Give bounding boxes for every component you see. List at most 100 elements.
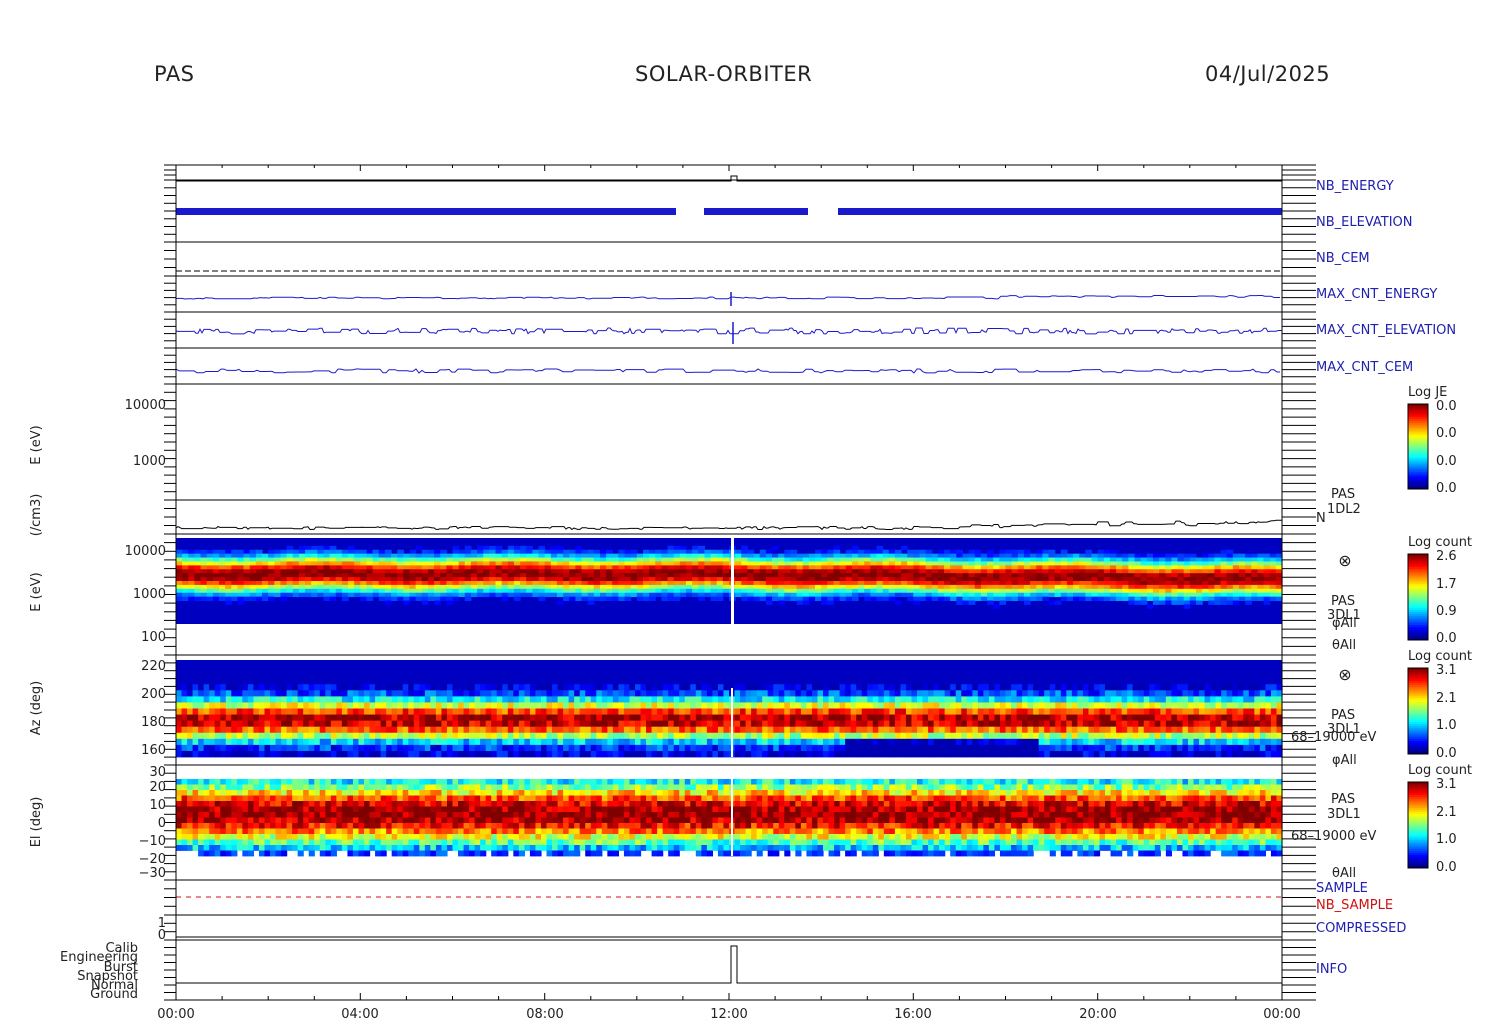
azimuth-spec-cell	[623, 708, 631, 715]
energy-spec-cell	[335, 557, 343, 562]
energy-spec-cell	[1269, 557, 1277, 562]
energy-spec-cell	[569, 573, 576, 578]
azimuth-spec-cell	[778, 696, 785, 703]
energy-spec-cell	[1116, 573, 1123, 578]
energy-spec-cell	[520, 561, 527, 566]
energy-spec-cell	[434, 581, 441, 586]
energy-spec-cell	[255, 565, 263, 570]
energy-spec-cell	[563, 588, 570, 594]
azimuth-spec-cell	[751, 702, 758, 709]
energy-spec-cell	[212, 577, 220, 582]
azimuth-spec-cell	[1149, 696, 1156, 703]
azimuth-spec-cell	[1232, 696, 1239, 703]
azimuth-spec-cell	[977, 732, 984, 740]
energy-spec-cell	[243, 592, 251, 598]
azimuth-spec-cell	[1232, 726, 1239, 734]
azimuth-spec-cell	[1254, 684, 1261, 691]
azimuth-spec-cell	[176, 714, 183, 722]
energy-spec-cell	[249, 573, 257, 578]
energy-spec-cell	[1140, 596, 1148, 601]
azimuth-spec-cell	[236, 714, 243, 722]
energy-spec-cell	[673, 592, 681, 598]
energy-spec-cell	[802, 561, 810, 566]
azimuth-spec-cell	[579, 738, 586, 746]
energy-spec-cell	[741, 545, 749, 551]
energy-spec-cell	[772, 577, 779, 582]
energy-spec-cell	[784, 573, 792, 578]
energy-spec-cell	[372, 565, 380, 570]
energy-spec-cell	[1023, 569, 1031, 574]
azimuth-spec-cell	[756, 696, 763, 703]
azimuth-spec-cell	[988, 714, 996, 722]
azimuth-spec-cell	[1221, 744, 1228, 752]
energy-spec-cell	[827, 569, 835, 574]
energy-spec-cell	[1152, 588, 1160, 594]
energy-spec-cell	[858, 549, 865, 555]
azimuth-spec-cell	[297, 744, 304, 752]
elevation-spec-cell	[275, 801, 282, 807]
energy-spec-cell	[470, 577, 478, 582]
azimuth-spec-cell	[900, 726, 907, 734]
azimuth-spec-cell	[1121, 732, 1128, 740]
azimuth-spec-cell	[529, 726, 537, 734]
energy-spec-cell	[470, 573, 478, 578]
energy-spec-cell	[182, 573, 189, 578]
azimuth-spec-cell	[1248, 732, 1255, 740]
azimuth-spec-cell	[297, 732, 304, 740]
azimuth-spec-cell	[662, 684, 669, 691]
azimuth-spec-cell	[894, 738, 902, 746]
azimuth-spec-cell	[1270, 684, 1278, 691]
energy-spec-cell	[483, 581, 490, 586]
azimuth-spec-cell	[402, 732, 409, 740]
azimuth-spec-cell	[894, 690, 902, 697]
energy-spec-cell	[692, 592, 699, 598]
energy-spec-cell	[1036, 549, 1043, 555]
azimuth-spec-cell	[1138, 738, 1145, 746]
energy-spec-cell	[692, 584, 699, 590]
azimuth-spec-cell	[1154, 732, 1161, 740]
azimuth-spec-cell	[939, 744, 946, 752]
azimuth-spec-cell	[740, 744, 747, 752]
energy-spec-cell	[950, 549, 957, 555]
energy-spec-cell	[1189, 584, 1197, 590]
azimuth-spec-cell	[657, 744, 664, 752]
energy-spec-cell	[593, 553, 601, 558]
azimuth-spec-cell	[1204, 708, 1211, 715]
azimuth-spec-cell	[834, 750, 841, 758]
energy-spec-cell	[704, 565, 712, 570]
azimuth-spec-cell	[375, 744, 382, 752]
energy-spec-cell	[237, 588, 245, 594]
azimuth-spec-cell	[634, 720, 642, 728]
azimuth-spec-cell	[502, 720, 509, 728]
azimuth-spec-cell	[557, 726, 564, 734]
azimuth-spec-cell	[187, 720, 194, 728]
azimuth-spec-cell	[336, 690, 343, 697]
energy-spec-cell	[624, 596, 632, 601]
azimuth-spec-cell	[723, 714, 730, 722]
energy-spec-cell	[563, 565, 570, 570]
energy-spec-cell	[520, 588, 527, 594]
energy-spec-cell	[243, 596, 251, 601]
energy-spec-cell	[403, 581, 411, 586]
azimuth-spec-cell	[314, 684, 321, 691]
energy-spec-cell	[1214, 565, 1222, 570]
azimuth-spec-cell	[364, 750, 371, 758]
azimuth-spec-cell	[1110, 720, 1117, 728]
energy-spec-cell	[446, 584, 454, 590]
azimuth-spec-cell	[496, 750, 503, 758]
azimuth-spec-cell	[1171, 726, 1178, 734]
energy-spec-cell	[219, 561, 226, 566]
azimuth-spec-cell	[800, 732, 808, 740]
energy-spec-cell	[808, 596, 816, 601]
energy-spec-cell	[937, 549, 945, 555]
azimuth-spec-cell	[1121, 696, 1128, 703]
azimuth-spec-cell	[496, 684, 503, 691]
energy-spec-cell	[348, 553, 355, 558]
azimuth-spec-cell	[469, 732, 476, 740]
azimuth-spec-cell	[209, 690, 216, 697]
azimuth-spec-cell	[491, 714, 498, 722]
energy-spec-cell	[1103, 569, 1111, 574]
energy-spec-cell	[1060, 549, 1068, 555]
elevation-spec-cell	[198, 812, 205, 818]
energy-spec-cell	[378, 573, 386, 578]
